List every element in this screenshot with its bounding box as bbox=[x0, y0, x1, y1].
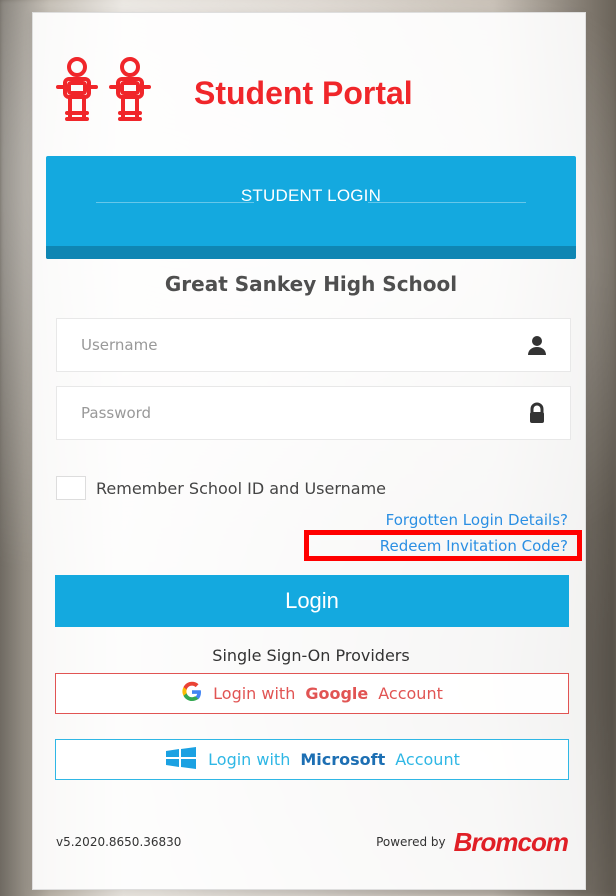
google-login-suffix: Account bbox=[378, 684, 443, 703]
user-icon bbox=[526, 334, 548, 356]
username-field[interactable] bbox=[56, 318, 571, 372]
powered-by: Powered by Bromcom bbox=[376, 826, 569, 858]
sso-title: Single Sign-On Providers bbox=[212, 646, 410, 665]
tab-divider-right bbox=[368, 202, 526, 203]
student-login-tab: STUDENT LOGIN bbox=[46, 156, 576, 259]
powered-by-label: Powered by bbox=[376, 835, 446, 849]
version-text: v5.2020.8650.36830 bbox=[56, 835, 182, 849]
app-title: Student Portal bbox=[194, 74, 413, 111]
password-field[interactable] bbox=[56, 386, 571, 440]
username-input[interactable] bbox=[57, 319, 570, 371]
remember-label: Remember School ID and Username bbox=[96, 478, 386, 498]
google-login-button[interactable]: Login with Google Account bbox=[55, 673, 569, 714]
lock-icon bbox=[526, 402, 548, 424]
forgotten-login-link[interactable]: Forgotten Login Details? bbox=[386, 511, 568, 529]
student-robots-icon bbox=[52, 48, 184, 138]
microsoft-brand-word: Microsoft bbox=[300, 750, 386, 769]
microsoft-login-prefix: Login with bbox=[208, 750, 291, 769]
login-button[interactable]: Login bbox=[55, 575, 569, 627]
remember-checkbox[interactable] bbox=[56, 476, 86, 500]
google-icon bbox=[181, 681, 203, 707]
redeem-invitation-link[interactable]: Redeem Invitation Code? bbox=[380, 537, 568, 555]
google-login-prefix: Login with bbox=[213, 684, 296, 703]
school-name: Great Sankey High School bbox=[164, 272, 458, 296]
google-brand-word: Google bbox=[305, 684, 369, 703]
tab-label: STUDENT LOGIN bbox=[240, 186, 382, 205]
tab-bottom-bar bbox=[46, 246, 576, 259]
password-input[interactable] bbox=[57, 387, 570, 439]
brand-header: Student Portal bbox=[52, 48, 532, 138]
remember-me[interactable]: Remember School ID and Username bbox=[56, 476, 386, 500]
bromcom-logo: Bromcom bbox=[453, 826, 569, 857]
microsoft-login-suffix: Account bbox=[395, 750, 460, 769]
microsoft-login-button[interactable]: Login with Microsoft Account bbox=[55, 739, 569, 780]
windows-icon bbox=[164, 746, 198, 773]
footer: v5.2020.8650.36830 Powered by Bromcom bbox=[56, 826, 569, 858]
